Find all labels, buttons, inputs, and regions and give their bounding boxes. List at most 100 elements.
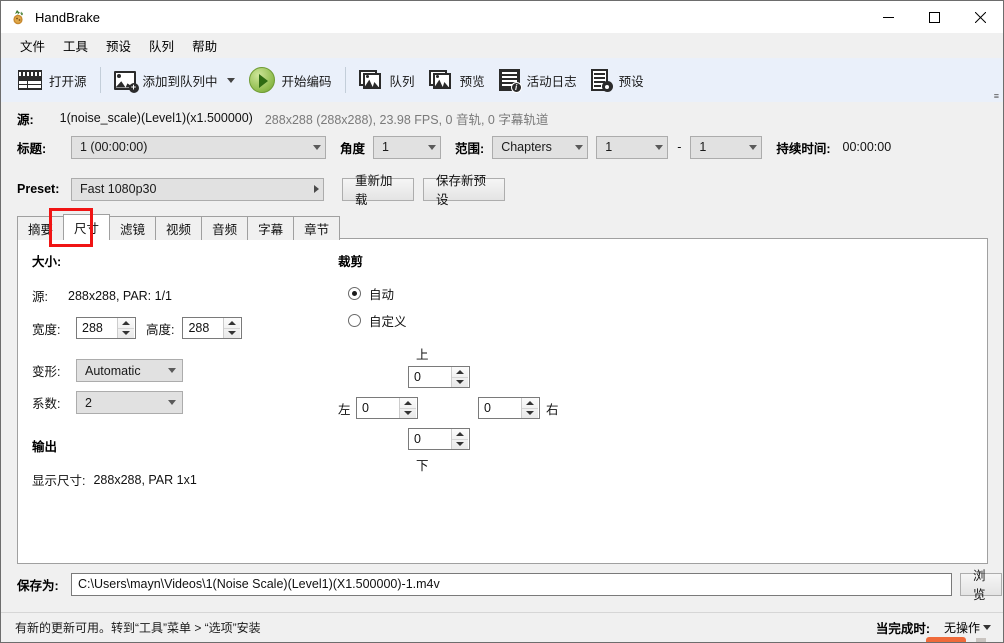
queue-button[interactable]: 队列: [352, 62, 422, 98]
tab-video[interactable]: 视频: [155, 216, 203, 240]
start-encode-button[interactable]: 开始编码: [242, 62, 339, 98]
menu-file[interactable]: 文件: [11, 33, 54, 58]
tab-filters[interactable]: 滤镜: [109, 216, 157, 240]
crop-right-label: 右: [546, 402, 559, 417]
height-decrement-button[interactable]: [224, 329, 240, 339]
preset-label: Preset:: [17, 182, 60, 196]
preset-select-value: Fast 1080p30: [80, 182, 157, 196]
crop-bottom-stepper[interactable]: [408, 428, 470, 450]
crop-bottom-input[interactable]: [409, 429, 451, 449]
menu-tools[interactable]: 工具: [54, 33, 97, 58]
tab-chapters[interactable]: 章节: [293, 216, 341, 240]
save-new-preset-button[interactable]: 保存新预设: [423, 174, 505, 207]
save-as-row: 保存为: C:\Users\mayn\Videos\1(Noise Scale)…: [1, 569, 1003, 602]
crop-right-stepper-buttons[interactable]: [521, 398, 538, 418]
chevron-down-icon: [749, 144, 758, 150]
when-done-label: 当完成时:: [875, 622, 930, 636]
maximize-button[interactable]: [911, 1, 957, 33]
preview-label: 预览: [459, 74, 485, 89]
reload-preset-button[interactable]: 重新加载: [342, 174, 414, 207]
preset-gear-icon: [590, 69, 613, 92]
crop-bottom-decrement-button[interactable]: [452, 440, 468, 450]
height-stepper-buttons[interactable]: [223, 318, 241, 339]
angle-select[interactable]: 1: [373, 135, 442, 159]
dimensions-panel: 大小: 源: 288x288, PAR: 1/1 宽度: 高度: 变形:: [17, 238, 988, 564]
crop-custom-radio-row[interactable]: 自定义: [348, 311, 658, 330]
open-source-button[interactable]: 打开源: [11, 62, 94, 98]
toolbar-overflow-button[interactable]: ≡: [994, 92, 999, 101]
window-controls: [865, 1, 1003, 33]
menu-help[interactable]: 帮助: [183, 33, 226, 58]
anamorphic-label: 变形:: [32, 365, 61, 379]
crop-top-label: 上: [416, 348, 429, 362]
chapter-start-select[interactable]: 1: [596, 135, 669, 159]
crop-right-input[interactable]: [479, 398, 521, 418]
crop-right-stepper[interactable]: [478, 397, 540, 419]
width-input[interactable]: [77, 318, 117, 338]
tab-dimensions[interactable]: 尺寸: [63, 214, 111, 240]
chapter-end-select[interactable]: 1: [690, 135, 763, 159]
crop-top-input[interactable]: [409, 367, 451, 387]
width-stepper[interactable]: [76, 317, 136, 339]
source-size-value: 288x288, PAR: 1/1: [68, 288, 173, 303]
chevron-down-icon[interactable]: [226, 77, 235, 83]
crop-right-decrement-button[interactable]: [522, 409, 538, 419]
output-path-input[interactable]: C:\Users\mayn\Videos\1(Noise Scale)(Leve…: [71, 572, 952, 596]
crop-right-increment-button[interactable]: [522, 398, 538, 409]
crop-top-stepper[interactable]: [408, 366, 470, 388]
tab-strip: 摘要 尺寸 滤镜 视频 音频 字幕 章节: [17, 214, 341, 240]
tab-subtitles[interactable]: 字幕: [247, 216, 295, 240]
close-button[interactable]: [957, 1, 1003, 33]
crop-left-stepper-buttons[interactable]: [399, 398, 416, 418]
crop-auto-radio[interactable]: [348, 287, 361, 300]
anamorphic-select[interactable]: Automatic: [76, 359, 183, 382]
crop-bottom-increment-button[interactable]: [452, 429, 468, 440]
crop-bottom-stepper-buttons[interactable]: [451, 429, 468, 449]
title-select[interactable]: 1 (00:00:00): [71, 135, 326, 159]
crop-top-decrement-button[interactable]: [452, 378, 468, 388]
browse-button[interactable]: 浏览: [960, 569, 1002, 602]
film-clapper-icon: [18, 70, 42, 90]
tab-subtitles-label: 字幕: [258, 223, 284, 237]
crop-left-input[interactable]: [357, 398, 399, 418]
crop-auto-radio-row[interactable]: 自动: [348, 284, 658, 303]
width-stepper-buttons[interactable]: [117, 318, 134, 338]
modulus-select[interactable]: 2: [76, 391, 183, 414]
handbrake-pineapple-icon: [11, 9, 27, 25]
preset-select[interactable]: Fast 1080p30: [71, 177, 324, 201]
status-message[interactable]: 有新的更新可用。转到“工具”菜单 > “选项”安装: [15, 619, 261, 636]
height-increment-button[interactable]: [224, 318, 241, 329]
range-dash: -: [677, 140, 682, 154]
crop-left-decrement-button[interactable]: [400, 409, 416, 419]
source-meta: 288x288 (288x288), 23.98 FPS, 0 音轨, 0 字幕…: [264, 112, 549, 127]
crop-top-increment-button[interactable]: [452, 367, 468, 378]
queue-label: 队列: [389, 74, 415, 89]
crop-top-stepper-buttons[interactable]: [451, 367, 468, 387]
crop-left-increment-button[interactable]: [400, 398, 416, 409]
when-done-select[interactable]: 无操作: [944, 619, 991, 636]
chapter-start-value: 1: [605, 140, 613, 154]
preview-button[interactable]: 预览: [422, 62, 492, 98]
crop-left-stepper[interactable]: [356, 397, 418, 419]
preset-row: Preset: Fast 1080p30 重新加载 保存新预设: [1, 174, 1003, 207]
menu-queue[interactable]: 队列: [140, 33, 183, 58]
chevron-right-icon: [314, 185, 319, 193]
when-done-value: 无操作: [943, 621, 980, 635]
presets-button[interactable]: 预设: [584, 62, 651, 98]
add-to-queue-button[interactable]: + 添加到队列中: [107, 62, 242, 98]
height-input[interactable]: [183, 318, 224, 338]
tab-audio[interactable]: 音频: [201, 216, 249, 240]
crop-custom-radio[interactable]: [348, 314, 361, 327]
width-increment-button[interactable]: [118, 318, 134, 329]
minimize-button[interactable]: [865, 1, 911, 33]
menu-presets[interactable]: 预设: [97, 33, 140, 58]
width-decrement-button[interactable]: [118, 329, 134, 339]
taskbar-peek-indicator: [926, 637, 966, 642]
range-select[interactable]: Chapters: [492, 135, 589, 159]
height-stepper[interactable]: [182, 317, 243, 339]
height-label: 高度:: [146, 322, 175, 337]
activity-log-icon: i: [498, 69, 522, 93]
activity-log-button[interactable]: i 活动日志: [492, 62, 584, 98]
save-as-label: 保存为:: [17, 578, 59, 593]
tab-summary[interactable]: 摘要: [17, 216, 65, 240]
